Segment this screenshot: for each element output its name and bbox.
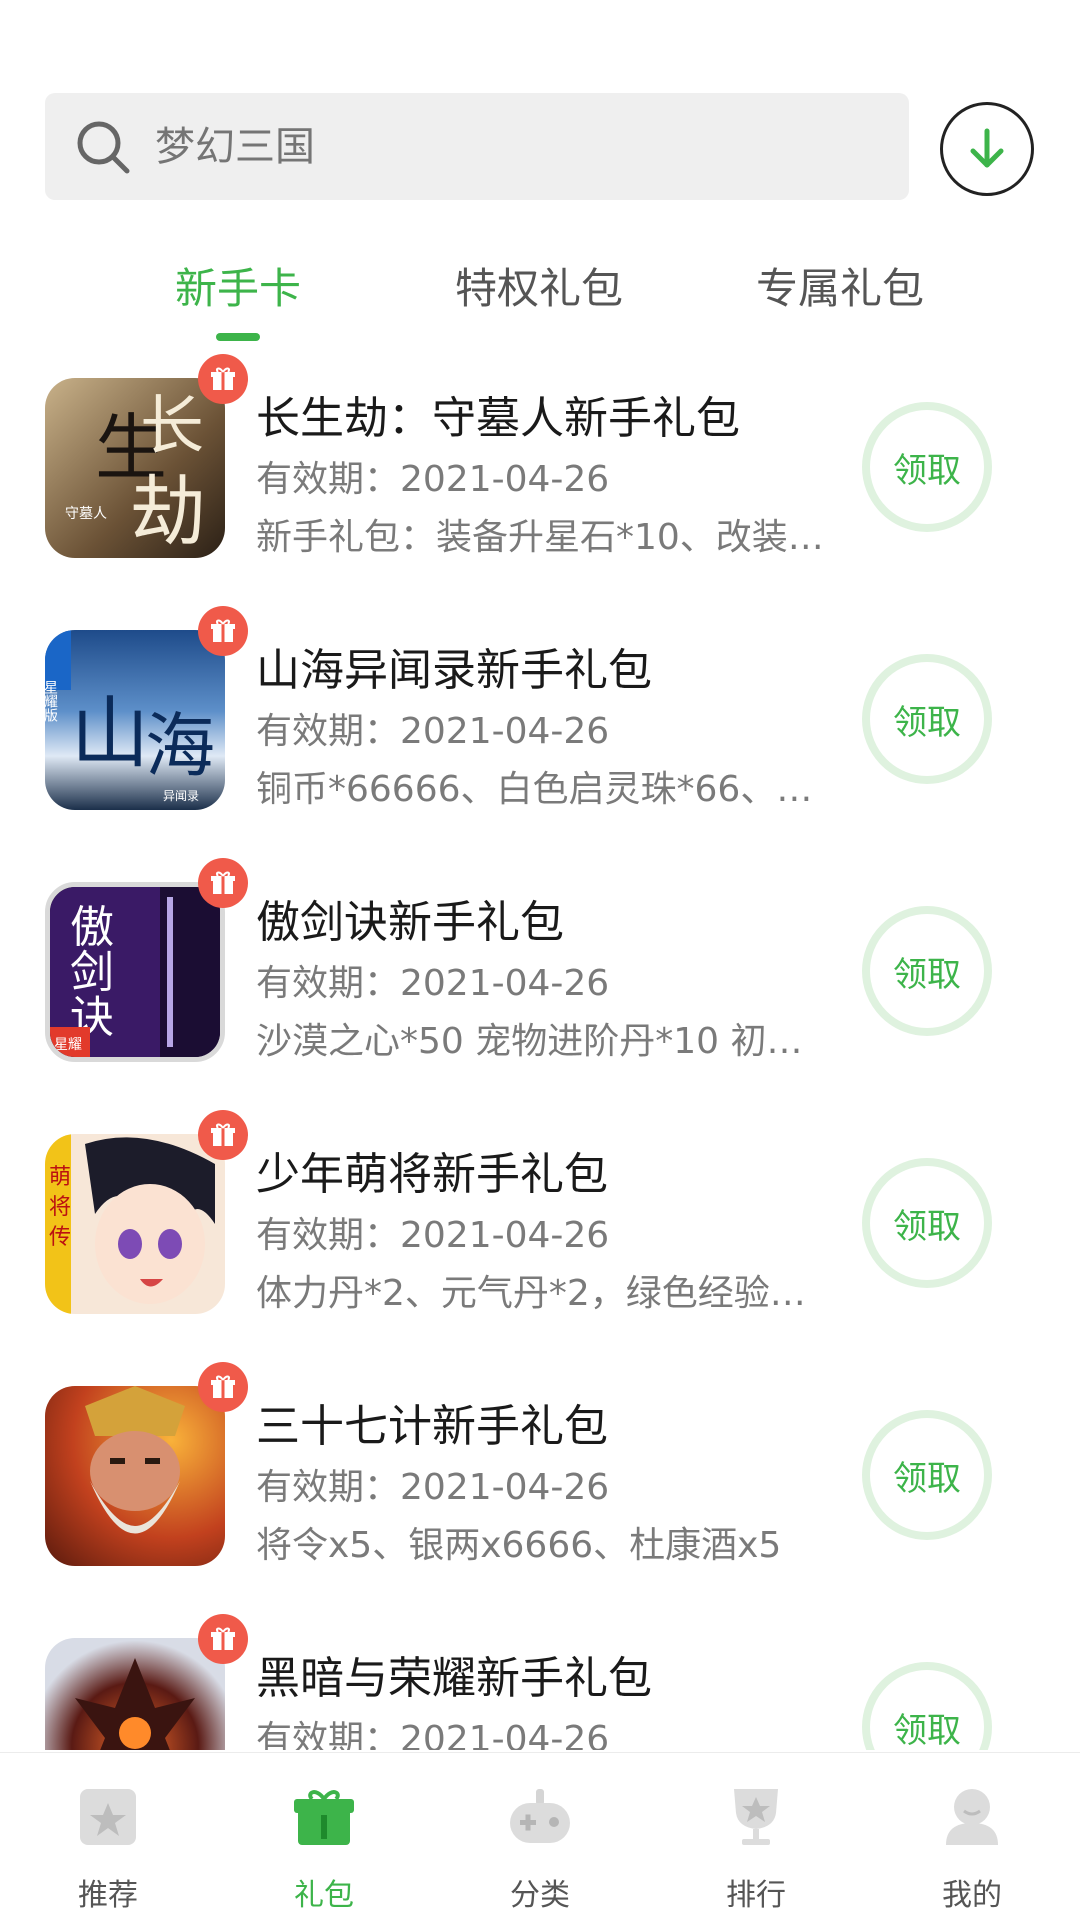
gift-title: 长生劫：守墓人新手礼包 (256, 393, 740, 444)
download-arrow-icon (970, 128, 1004, 168)
gift-badge-icon (198, 858, 248, 908)
bottom-nav: 推荐 礼包 分类 排行 我的 (0, 1752, 1080, 1921)
gift-description: 将令x5、银两x6666、杜康酒x5 (256, 1525, 782, 1566)
game-art-text: 传 (49, 1225, 71, 1250)
gift-description: 铜币*66666、白色启灵珠*66、2… (256, 769, 826, 810)
gift-title: 黑暗与荣耀新手礼包 (256, 1653, 652, 1704)
nav-label: 礼包 (294, 1878, 354, 1913)
nav-item-recommend[interactable]: 推荐 (0, 1753, 216, 1921)
gift-validity: 有效期：2021-04-26 (256, 459, 610, 500)
gift-badge-icon (198, 1362, 248, 1412)
game-thumbnail: 萌 将 传 (45, 1134, 225, 1314)
search-input[interactable] (153, 93, 857, 202)
gift-validity: 有效期：2021-04-26 (256, 1719, 610, 1750)
gift-list: 生 长 劫 守墓人 长生劫：守墓人新手礼包 有效期：2021-04-26 新手礼… (0, 350, 1080, 1750)
claim-button[interactable]: 领取 (862, 402, 992, 532)
gamepad-icon (510, 1789, 570, 1843)
game-art-text: 长 (140, 390, 204, 464)
game-thumbnail: 傲 剑 诀 星耀 (45, 882, 225, 1062)
gift-description: 体力丹*2、元气丹*2，绿色经验… (256, 1273, 806, 1314)
gift-title: 傲剑诀新手礼包 (256, 897, 564, 948)
nav-item-gift[interactable]: 礼包 (216, 1753, 432, 1921)
game-art-text: 山 (71, 689, 149, 779)
list-item[interactable]: 生 长 劫 守墓人 长生劫：守墓人新手礼包 有效期：2021-04-26 新手礼… (0, 350, 1080, 602)
game-art (75, 1658, 195, 1750)
gift-badge-icon (198, 1110, 248, 1160)
search-icon (77, 121, 130, 174)
gift-badge-icon (198, 354, 248, 404)
gift-title: 三十七计新手礼包 (256, 1401, 608, 1452)
game-art-text: 守墓人 (65, 506, 107, 522)
download-button[interactable] (940, 102, 1034, 196)
nav-item-ranking[interactable]: 排行 (648, 1753, 864, 1921)
claim-button[interactable]: 领取 (862, 654, 992, 784)
game-art-text: 星耀 (54, 1037, 82, 1053)
tab-newbie-card[interactable]: 新手卡 (98, 255, 378, 316)
gift-badge-icon (198, 606, 248, 656)
nav-label: 推荐 (78, 1878, 138, 1913)
gift-description: 新手礼包：装备升星石*10、改装… (256, 517, 824, 558)
claim-button[interactable]: 领取 (862, 1410, 992, 1540)
tab-exclusive-gift[interactable]: 专属礼包 (700, 255, 980, 316)
game-thumbnail (45, 1386, 225, 1566)
game-art-text: 傲 (70, 902, 114, 953)
nav-item-category[interactable]: 分类 (432, 1753, 648, 1921)
gift-icon (294, 1790, 354, 1845)
nav-label: 我的 (942, 1878, 1002, 1913)
game-art-text: 异闻录 (163, 789, 199, 803)
game-art: 星耀版 山 海 异闻录 (45, 630, 215, 803)
game-art-text: 劫 (130, 467, 206, 556)
game-art-text: 萌 (49, 1165, 71, 1190)
gift-title: 少年萌将新手礼包 (256, 1149, 608, 1200)
gift-validity: 有效期：2021-04-26 (256, 1215, 610, 1256)
nav-label: 分类 (510, 1878, 570, 1913)
nav-label: 排行 (726, 1878, 786, 1913)
user-icon (946, 1789, 998, 1845)
claim-button[interactable]: 领取 (862, 1662, 992, 1750)
list-item[interactable]: 星耀版 山 海 异闻录 山海异闻录新手礼包 有效期：2021-04-26 铜币*… (0, 602, 1080, 854)
list-item[interactable]: 三十七计新手礼包 有效期：2021-04-26 将令x5、银两x6666、杜康酒… (0, 1358, 1080, 1610)
gift-validity: 有效期：2021-04-26 (256, 963, 610, 1004)
star-box-icon (80, 1789, 136, 1845)
gift-title: 山海异闻录新手礼包 (256, 645, 652, 696)
tab-bar: 新手卡 特权礼包 专属礼包 (0, 255, 1080, 355)
game-art: 傲 剑 诀 星耀 (50, 887, 220, 1057)
game-art-text: 星耀版 (45, 680, 58, 723)
active-tab-indicator (216, 333, 260, 341)
trophy-icon (734, 1789, 778, 1845)
game-thumbnail (45, 1638, 225, 1750)
game-art-text: 剑 (70, 947, 114, 998)
list-item[interactable]: 萌 将 传 少年萌将新手礼包 有效期：2021-04-26 体力丹*2、元气丹*… (0, 1106, 1080, 1358)
claim-button[interactable]: 领取 (862, 906, 992, 1036)
game-thumbnail: 星耀版 山 海 异闻录 (45, 630, 225, 810)
gift-badge-icon (198, 1614, 248, 1664)
claim-button[interactable]: 领取 (862, 1158, 992, 1288)
game-art-text: 将 (49, 1195, 71, 1220)
game-art: 生 长 劫 守墓人 (65, 390, 206, 556)
search-bar[interactable] (45, 93, 909, 202)
list-item[interactable]: 黑暗与荣耀新手礼包 有效期：2021-04-26 领取 (0, 1610, 1080, 1750)
game-thumbnail: 生 长 劫 守墓人 (45, 378, 225, 558)
nav-item-mine[interactable]: 我的 (864, 1753, 1080, 1921)
gift-validity: 有效期：2021-04-26 (256, 1467, 610, 1508)
list-item[interactable]: 傲 剑 诀 星耀 傲剑诀新手礼包 有效期：2021-04-26 沙漠之心*50 … (0, 854, 1080, 1106)
gift-description: 沙漠之心*50 宠物进阶丹*10 初… (256, 1021, 803, 1062)
game-art-text: 海 (145, 705, 215, 787)
game-art: 萌 将 传 (49, 1137, 215, 1304)
game-art (85, 1386, 185, 1534)
tab-privilege-gift[interactable]: 特权礼包 (399, 255, 679, 316)
gift-validity: 有效期：2021-04-26 (256, 711, 610, 752)
